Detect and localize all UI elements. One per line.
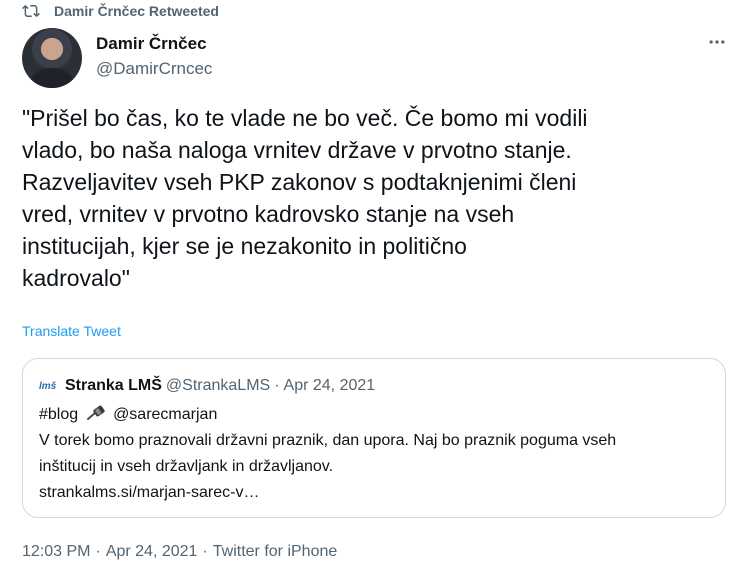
- retweet-icon: [22, 2, 40, 20]
- author-name[interactable]: Damir Črnčec: [96, 34, 207, 54]
- retweet-context[interactable]: Damir Črnčec Retweeted: [22, 2, 219, 20]
- quoted-link[interactable]: strankalms.si/marjan-sarec-v…: [39, 481, 259, 505]
- tweet-text: "Prišel bo čas, ko te vlade ne bo več. Č…: [22, 105, 588, 291]
- more-options-icon[interactable]: [704, 30, 730, 54]
- tweet-time[interactable]: 12:03 PM: [22, 543, 90, 560]
- footer-separator-1: ·: [95, 543, 101, 560]
- hashtag-blog[interactable]: #blog: [39, 406, 78, 423]
- quoted-author-name[interactable]: Stranka LMŠ: [65, 377, 162, 395]
- footer-separator-2: ·: [202, 543, 208, 560]
- quoted-author-handle[interactable]: @StrankaLMS: [166, 377, 270, 395]
- tweet-footer: 12:03 PM · Apr 24, 2021 · Twitter for iPhone: [22, 543, 337, 561]
- avatar[interactable]: [22, 28, 82, 88]
- translate-tweet-link[interactable]: Translate Tweet: [22, 323, 121, 339]
- quoted-line-1: #blog @sarecmarjan: [39, 403, 217, 427]
- quoted-tweet-header: lmš Stranka LMŠ @StrankaLMS · Apr 24, 20…: [39, 377, 375, 395]
- pushpin-icon: [85, 405, 107, 421]
- quoted-date[interactable]: Apr 24, 2021: [284, 377, 376, 395]
- quoted-line-2: V torek bomo praznovali državni praznik,…: [39, 432, 617, 449]
- tweet-date[interactable]: Apr 24, 2021: [106, 543, 198, 560]
- quoted-separator: ·: [274, 377, 280, 394]
- quoted-tweet-card[interactable]: lmš Stranka LMŠ @StrankaLMS · Apr 24, 20…: [22, 358, 726, 518]
- author-handle[interactable]: @DamirCrncec: [96, 59, 212, 79]
- retweet-label: Damir Črnčec Retweeted: [54, 3, 219, 19]
- quoted-line-3: inštitucij in vseh državljank in državlj…: [39, 458, 334, 475]
- mention-sarecmarjan[interactable]: @sarecmarjan: [113, 406, 217, 423]
- tweet-source[interactable]: Twitter for iPhone: [213, 543, 338, 560]
- lms-logo[interactable]: lmš: [39, 379, 59, 393]
